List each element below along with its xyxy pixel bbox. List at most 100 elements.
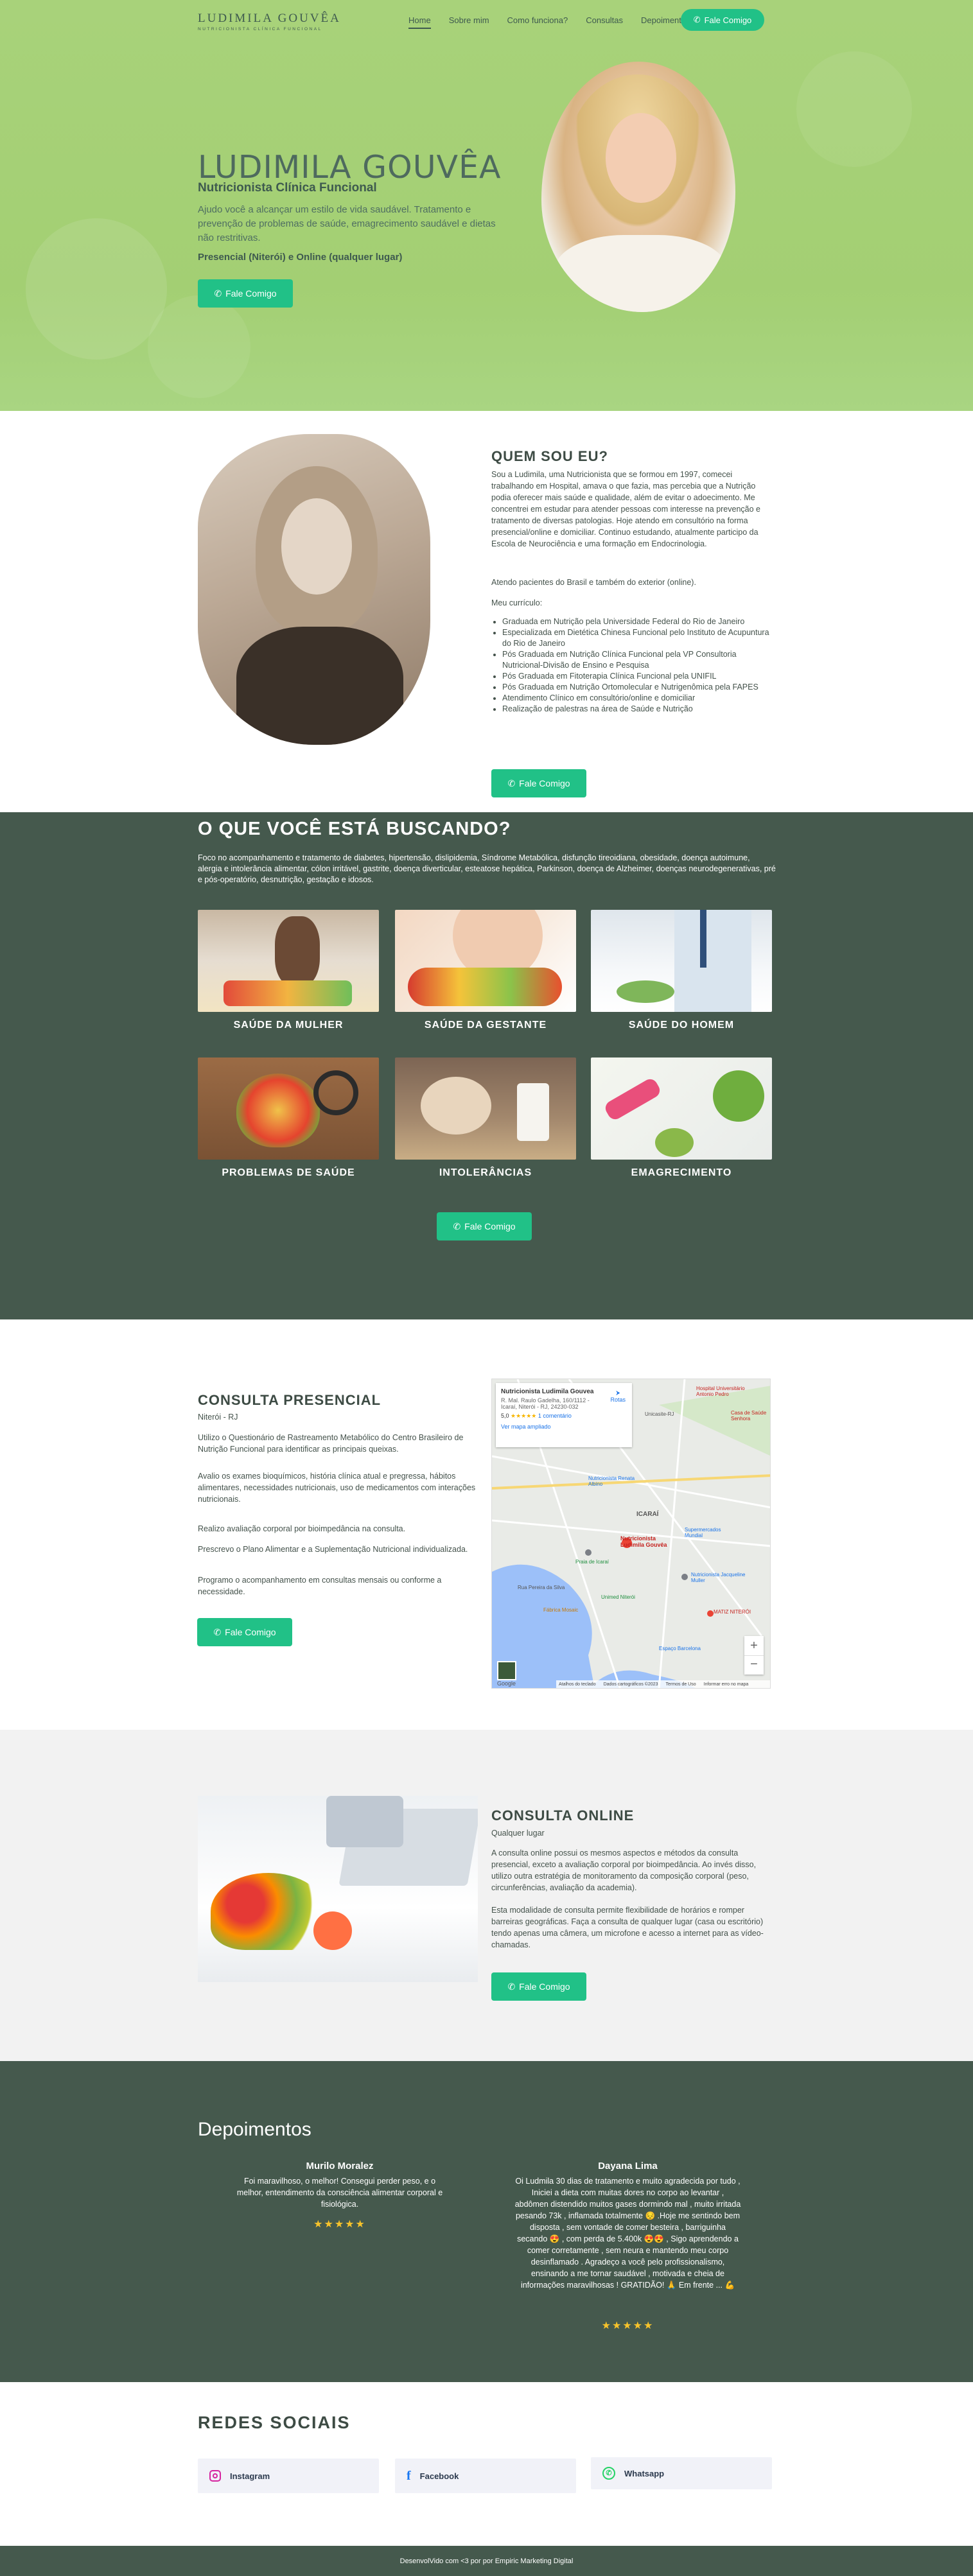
map-label: Rua Pereira da Silva — [518, 1585, 565, 1590]
map-report[interactable]: Informar erro no mapa — [704, 1682, 749, 1687]
testimonial-name: Murilo Moralez — [306, 2161, 374, 2171]
map-directions[interactable]: ⮞ Rotas — [610, 1389, 626, 1403]
online-title: CONSULTA ONLINE — [491, 1807, 635, 1823]
hero-cta-label: Fale Comigo — [225, 288, 277, 299]
service-image — [395, 910, 576, 1012]
whatsapp-icon: ✆ — [507, 1981, 516, 1992]
nav-item-consultas[interactable]: Consultas — [586, 15, 623, 29]
map-directions-label: Rotas — [610, 1397, 626, 1403]
hero-location: Presencial (Niterói) e Online (qualquer … — [198, 252, 403, 263]
service-card-homem[interactable]: SAÚDE DO HOMEM — [591, 910, 772, 1031]
hero-cta-button[interactable]: ✆ Fale Comigo — [198, 279, 293, 308]
nav-item-como-funciona[interactable]: Como funciona? — [507, 15, 568, 29]
google-map[interactable]: Nutricionista Ludimila Gouvea R. Mal. Ra… — [491, 1379, 771, 1689]
services-cta-button[interactable]: ✆ Fale Comigo — [437, 1212, 532, 1240]
map-label: Casa de Saúde Senhora — [731, 1410, 767, 1422]
service-image — [198, 910, 379, 1012]
map-info-card: Nutricionista Ludimila Gouvea R. Mal. Ra… — [496, 1383, 632, 1447]
service-card-emagrecimento[interactable]: EMAGRECIMENTO — [591, 1057, 772, 1179]
portrait-face — [606, 113, 676, 203]
about-title: QUEM SOU EU? — [491, 448, 608, 464]
presencial-paragraph: Realizo avaliação corporal por bioimpedâ… — [198, 1524, 406, 1533]
service-card-mulher[interactable]: SAÚDE DA MULHER — [198, 910, 379, 1031]
hero-decoration — [148, 295, 250, 398]
logo-title: LUDIMILA GOUVÊA — [198, 12, 341, 25]
whatsapp-icon: ✆ — [213, 1626, 222, 1637]
services-title: O QUE VOCÊ ESTÁ BUSCANDO? — [198, 819, 511, 839]
map-label: Supermercados Mundial — [685, 1527, 721, 1538]
hero-role: Nutricionista Clínica Funcional — [198, 181, 377, 195]
nav-menu: Home Sobre mim Como funciona? Consultas … — [408, 15, 708, 29]
whatsapp-icon: ✆ — [602, 2467, 615, 2480]
portrait-body — [236, 627, 403, 745]
star-rating: ★★★★★ — [313, 2219, 366, 2230]
map-label: Unimed Niterói — [601, 1594, 635, 1600]
presencial-paragraph: Programo o acompanhamento em consultas m… — [198, 1576, 442, 1596]
social-title: REDES SOCIAIS — [198, 2413, 351, 2432]
online-cta-label: Fale Comigo — [519, 1981, 570, 1992]
list-item: Pós Graduada em Fitoterapia Clínica Func… — [502, 671, 773, 682]
map-reviews[interactable]: 1 comentário — [538, 1413, 572, 1419]
list-item: Graduada em Nutrição pela Universidade F… — [502, 616, 773, 627]
map-terms[interactable]: Termos de Uso — [666, 1682, 696, 1687]
service-image — [198, 1057, 379, 1160]
map-label: Nutricionista Jacqueline Muller — [691, 1572, 746, 1583]
map-label: Hospital Universitário Antonio Pedro — [696, 1386, 745, 1397]
presencial-subtitle: Niterói - RJ — [198, 1413, 238, 1422]
services-description: Foco no acompanhamento e tratamento de d… — [198, 853, 776, 884]
service-card-problemas[interactable]: PROBLEMAS DE SAÚDE — [198, 1057, 379, 1179]
service-image — [591, 1057, 772, 1160]
map-label: Praia de Icaraí — [575, 1559, 609, 1565]
service-card-gestante[interactable]: SAÚDE DA GESTANTE — [395, 910, 576, 1031]
nav-item-sobre-mim[interactable]: Sobre mim — [449, 15, 489, 29]
list-item: Especializada em Dietética Chinesa Funci… — [502, 627, 773, 649]
map-shortcuts[interactable]: Atalhos do teclado — [559, 1682, 596, 1687]
online-image — [198, 1796, 478, 1982]
social-label: Instagram — [230, 2471, 270, 2481]
instagram-icon — [209, 2470, 221, 2482]
online-paragraph: Esta modalidade de consulta permite flex… — [491, 1906, 764, 1949]
about-cta-label: Fale Comigo — [519, 778, 570, 788]
about-cta-button[interactable]: ✆ Fale Comigo — [491, 769, 586, 797]
presencial-title: CONSULTA PRESENCIAL — [198, 1392, 381, 1408]
service-label: SAÚDE DO HOMEM — [628, 1020, 735, 1031]
map-data: Dados cartográficos ©2023 — [603, 1682, 658, 1687]
about-paragraph: Meu currículo: — [491, 598, 543, 607]
hero-description: Ajudo você a alcançar um estilo de vida … — [198, 204, 496, 243]
presencial-cta-button[interactable]: ✆ Fale Comigo — [197, 1618, 292, 1646]
service-label: INTOLERÂNCIAS — [439, 1167, 532, 1178]
nav-item-home[interactable]: Home — [408, 15, 431, 29]
social-whatsapp-button[interactable]: ✆ Whatsapp — [591, 2457, 772, 2489]
map-footer: Atalhos do teclado Dados cartográficos ©… — [556, 1680, 770, 1688]
list-item: Realização de palestras na área de Saúde… — [502, 704, 773, 715]
nav-cta-button[interactable]: ✆ Fale Comigo — [681, 9, 764, 31]
service-image — [395, 1057, 576, 1160]
map-label: Unicasite-RJ — [645, 1411, 674, 1417]
map-label: ICARAÍ — [636, 1511, 659, 1518]
facebook-icon: f — [407, 2468, 411, 2483]
whatsapp-icon: ✆ — [214, 288, 222, 299]
satellite-toggle[interactable] — [497, 1661, 516, 1680]
social-instagram-button[interactable]: Instagram — [198, 2459, 379, 2493]
service-label: SAÚDE DA GESTANTE — [424, 1020, 547, 1031]
online-cta-button[interactable]: ✆ Fale Comigo — [491, 1972, 586, 2001]
about-paragraph: Sou a Ludimila, uma Nutricionista que se… — [491, 470, 760, 548]
presencial-paragraph: Avalio os exames bioquímicos, história c… — [198, 1472, 476, 1504]
map-larger-link[interactable]: Ver mapa ampliado — [501, 1423, 627, 1430]
social-label: Whatsapp — [624, 2468, 665, 2478]
map-zoom-controls: + − — [744, 1636, 764, 1675]
whatsapp-icon: ✆ — [693, 15, 701, 24]
service-label: SAÚDE DA MULHER — [233, 1020, 344, 1031]
nav-cta-label: Fale Comigo — [704, 15, 752, 25]
list-item: Pós Graduada em Nutrição Clínica Funcion… — [502, 649, 773, 671]
hero-decoration — [26, 218, 167, 360]
logo[interactable]: LUDIMILA GOUVÊA NUTRICIONISTA CLÍNICA FU… — [198, 12, 341, 31]
service-card-intolerancias[interactable]: INTOLERÂNCIAS — [395, 1057, 576, 1179]
google-logo: Google — [497, 1680, 516, 1687]
social-facebook-button[interactable]: f Facebook — [395, 2459, 576, 2493]
zoom-in-button[interactable]: + — [744, 1636, 764, 1655]
zoom-out-button[interactable]: − — [744, 1655, 764, 1675]
presencial-paragraph: Utilizo o Questionário de Rastreamento M… — [198, 1433, 464, 1454]
about-portrait — [198, 434, 430, 745]
map-address: R. Mal. Raulo Gadelha, 160/1112 - Icaraí… — [501, 1397, 590, 1410]
